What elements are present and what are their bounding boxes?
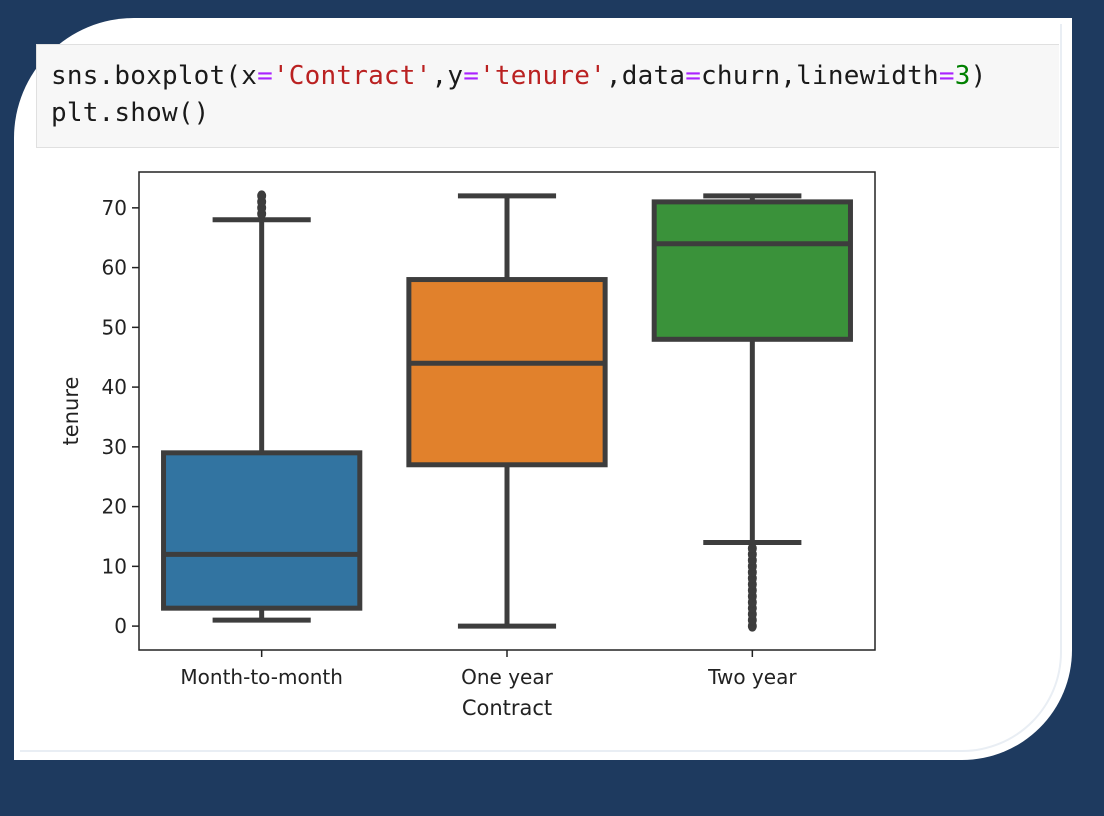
x-tick-label: One year xyxy=(461,665,553,689)
y-tick-label: 20 xyxy=(102,495,127,519)
box-group-one-year xyxy=(406,193,608,629)
y-tick-label: 60 xyxy=(102,256,127,280)
box-iqr xyxy=(406,277,608,468)
y-tick-label: 0 xyxy=(114,614,127,638)
y-tick-label: 30 xyxy=(102,435,127,459)
boxplot-chart: 0 10 20 30 40 50 60 70 Month-to-month One year Two… xyxy=(59,171,876,720)
outlier-point xyxy=(257,190,267,202)
x-tick-label: Two year xyxy=(707,665,797,689)
box-iqr xyxy=(161,450,363,611)
outlier-point xyxy=(747,542,757,554)
box-group-two-year xyxy=(651,193,853,632)
y-tick-label: 50 xyxy=(102,315,127,339)
box-iqr xyxy=(651,199,853,342)
y-tick-label: 70 xyxy=(102,196,127,220)
y-axis-label: tenure xyxy=(59,377,83,446)
box-group-month-to-month xyxy=(161,190,363,623)
y-tick-label: 10 xyxy=(102,554,127,578)
x-axis-label: Contract xyxy=(462,696,552,720)
y-tick-label: 40 xyxy=(102,375,127,399)
x-tick-label: Month-to-month xyxy=(180,665,342,689)
